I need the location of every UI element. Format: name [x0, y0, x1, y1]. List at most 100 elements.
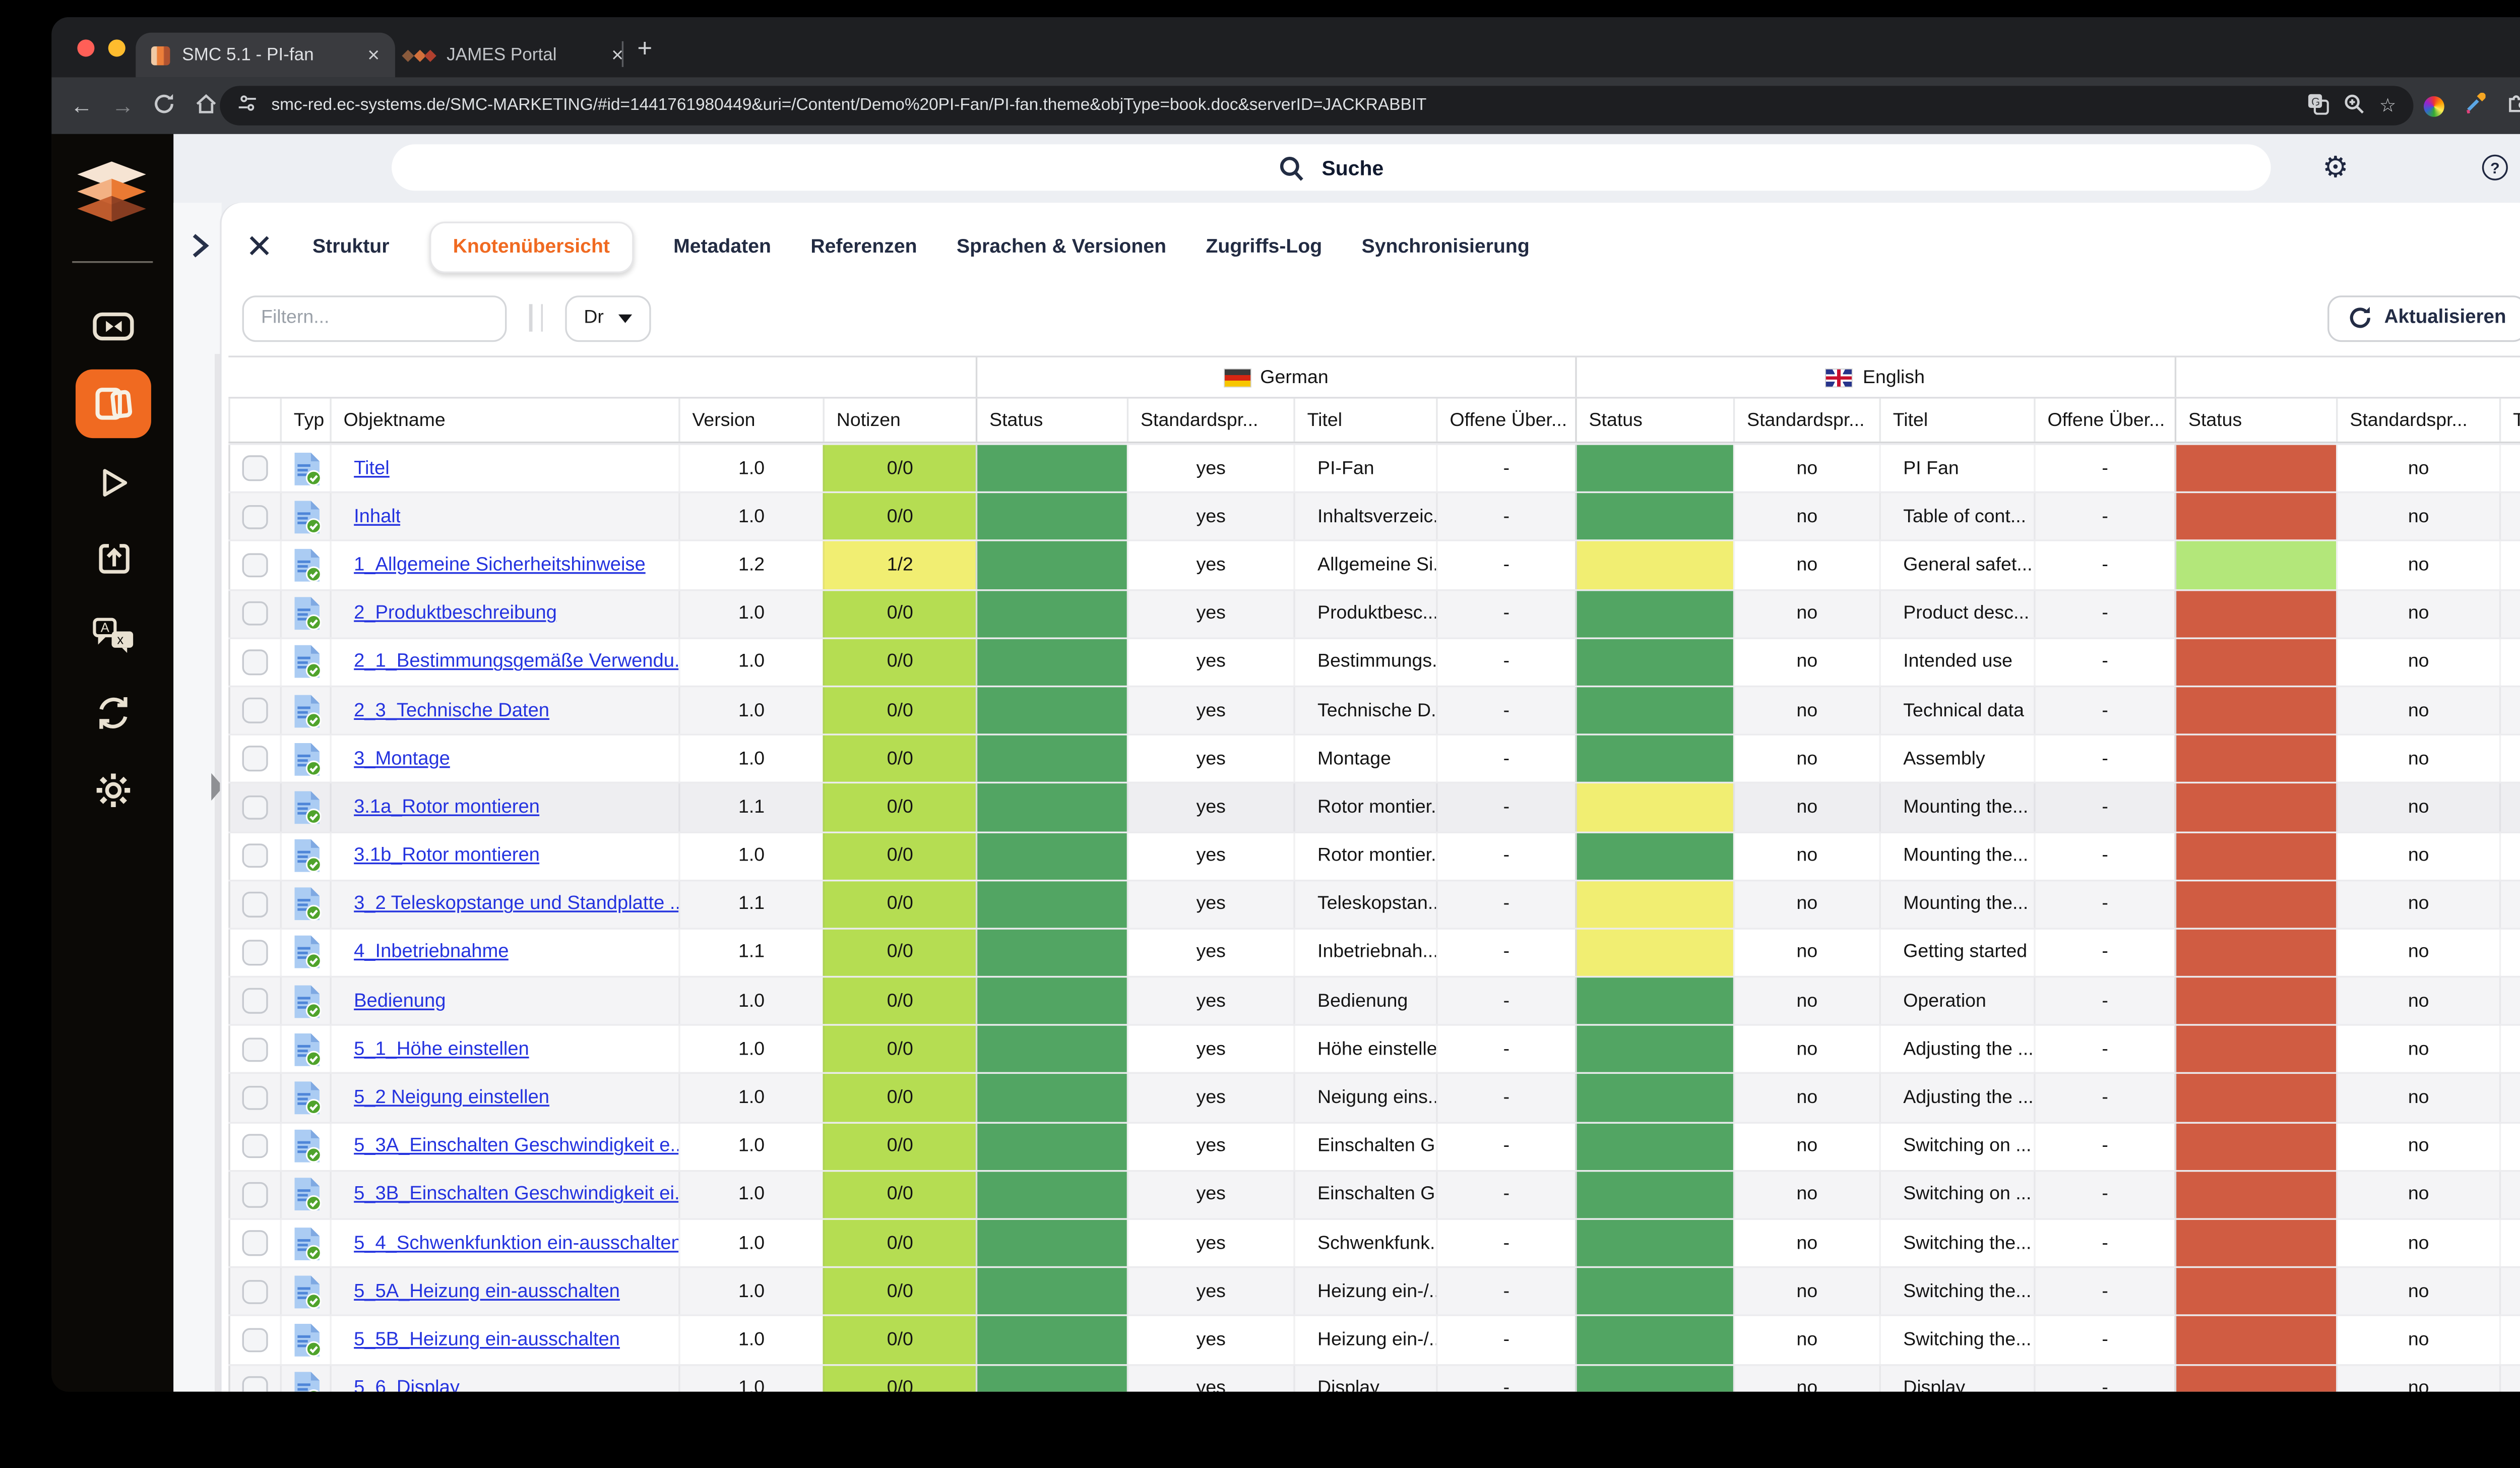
forward-icon[interactable]: → — [112, 93, 134, 118]
row-checkbox[interactable] — [242, 456, 268, 481]
object-link[interactable]: 1_Allgemeine Sicherheitshinweise — [354, 555, 646, 576]
row-checkbox[interactable] — [242, 504, 268, 529]
back-icon[interactable]: ← — [71, 93, 93, 118]
object-link[interactable]: 5_6_Display — [354, 1378, 460, 1392]
row-checkbox[interactable] — [242, 649, 268, 675]
object-link[interactable]: 3.1a_Rotor montieren — [354, 797, 540, 818]
row-checkbox[interactable] — [242, 601, 268, 626]
sidebar-item-publications[interactable] — [76, 449, 151, 517]
refresh-button[interactable]: Aktualisieren — [2327, 294, 2520, 341]
global-search-bar[interactable]: Suche — [392, 144, 2271, 191]
column-header[interactable]: Titel — [1293, 398, 1436, 442]
zoom-find-icon[interactable] — [2343, 92, 2365, 119]
tab-metadaten[interactable]: Metadaten — [673, 237, 771, 258]
row-checkbox[interactable] — [242, 1134, 268, 1159]
column-header[interactable]: Typ — [280, 398, 330, 442]
object-link[interactable]: 3.1b_Rotor montieren — [354, 845, 540, 866]
object-link[interactable]: 2_3_Technische Daten — [354, 700, 549, 721]
tab-referenzen[interactable]: Referenzen — [810, 237, 917, 258]
open-translations-cell-de: - — [1436, 1268, 1575, 1315]
sidebar-item-sync[interactable] — [76, 679, 151, 747]
column-header[interactable]: Notizen — [823, 398, 976, 442]
column-header[interactable]: Status — [975, 398, 1127, 442]
row-checkbox[interactable] — [242, 1279, 268, 1304]
tab-close-icon[interactable]: × — [367, 43, 380, 67]
row-checkbox[interactable] — [242, 746, 268, 772]
object-link[interactable]: 5_1_Höhe einstellen — [354, 1039, 529, 1060]
column-header[interactable]: Titel — [2499, 398, 2520, 442]
expand-chevron-icon[interactable] — [187, 230, 211, 261]
object-link[interactable]: 5_3B_Einschalten Geschwindigkeit ei... — [354, 1185, 678, 1205]
column-header[interactable]: Standardspr... — [1733, 398, 1879, 442]
reload-icon[interactable] — [153, 92, 175, 119]
tab-knoten-bersicht[interactable]: Knotenübersicht — [428, 221, 634, 273]
browser-tab-inactive[interactable]: JAMES Portal × — [388, 33, 639, 78]
filter-input[interactable] — [242, 294, 507, 341]
browser-tab-active[interactable]: SMC 5.1 - PI-fan × — [136, 32, 395, 78]
notes-badge-cell: 0/0 — [823, 1365, 976, 1392]
settings-gear-icon[interactable]: ⚙ — [2322, 153, 2349, 182]
address-bar[interactable]: smc-red.ec-systems.de/SMC-MARKETING/#id=… — [220, 86, 2414, 126]
object-link[interactable]: 2_Produktbeschreibung — [354, 603, 557, 624]
tab-synchronisierung[interactable]: Synchronisierung — [1362, 237, 1530, 258]
tab-sprachen-versionen[interactable]: Sprachen & Versionen — [957, 237, 1166, 258]
extension-colorpicker-icon[interactable] — [2466, 90, 2487, 121]
help-icon[interactable]: ? — [2482, 154, 2508, 180]
object-link[interactable]: Inhalt — [354, 507, 401, 527]
row-checkbox[interactable] — [242, 698, 268, 723]
object-link[interactable]: 4_Inbetriebnahme — [354, 942, 509, 963]
sidebar-item-translations[interactable]: Ax — [76, 601, 151, 670]
object-link[interactable]: 5_2 Neigung einstellen — [354, 1087, 549, 1108]
row-checkbox[interactable] — [242, 1037, 268, 1062]
object-link[interactable]: 3_2 Teleskopstange und Standplatte ... — [354, 894, 678, 914]
sidebar-item-viewer[interactable] — [76, 292, 151, 360]
site-settings-icon[interactable] — [237, 93, 258, 118]
row-checkbox[interactable] — [242, 1182, 268, 1207]
column-header[interactable]: Status — [1575, 398, 1733, 442]
home-icon[interactable] — [194, 92, 218, 119]
column-header[interactable]: Standardspr... — [2336, 398, 2499, 442]
column-header[interactable]: Titel — [1879, 398, 2034, 442]
tab-struktur[interactable]: Struktur — [312, 237, 389, 258]
object-link[interactable]: 2_1_Bestimmungsgemäße Verwendu... — [354, 652, 678, 672]
scrollbar-track[interactable] — [215, 354, 222, 1392]
close-panel-icon[interactable]: ✕ — [245, 231, 273, 264]
row-checkbox[interactable] — [242, 891, 268, 917]
column-header[interactable]: Standardspr... — [1126, 398, 1294, 442]
extension-eye-icon[interactable] — [2424, 95, 2445, 116]
row-checkbox[interactable] — [242, 843, 268, 869]
column-header[interactable]: Version — [678, 398, 823, 442]
bookmark-star-icon[interactable]: ☆ — [2379, 94, 2397, 117]
close-window-button[interactable] — [77, 39, 95, 57]
sidebar-item-books[interactable] — [75, 369, 151, 439]
column-header[interactable]: Status — [2174, 398, 2336, 442]
object-link[interactable]: 5_4_Schwenkfunktion ein-ausschalten — [354, 1233, 678, 1254]
translate-icon[interactable]: G — [2307, 92, 2329, 119]
open-translations-cell-de: - — [1436, 977, 1575, 1025]
url-text[interactable]: smc-red.ec-systems.de/SMC-MARKETING/#id=… — [271, 96, 2293, 115]
column-header[interactable]: Objektname — [330, 398, 678, 442]
extensions-puzzle-icon[interactable] — [2507, 90, 2520, 121]
column-header[interactable]: Offene Über... — [2034, 398, 2174, 442]
row-checkbox[interactable] — [242, 1231, 268, 1256]
object-link[interactable]: 3_Montage — [354, 749, 450, 769]
row-checkbox[interactable] — [242, 1376, 268, 1392]
row-checkbox[interactable] — [242, 989, 268, 1014]
object-link[interactable]: Titel — [354, 458, 390, 479]
column-header[interactable]: Offene Über... — [1436, 398, 1575, 442]
object-link[interactable]: 5_5B_Heizung ein-ausschalten — [354, 1330, 620, 1351]
tab-zugriffs-log[interactable]: Zugriffs-Log — [1206, 237, 1322, 258]
new-tab-button[interactable]: + — [637, 34, 652, 64]
row-checkbox[interactable] — [242, 940, 268, 965]
row-checkbox[interactable] — [242, 1085, 268, 1111]
object-link[interactable]: Bedienung — [354, 991, 446, 1011]
row-checkbox[interactable] — [242, 1327, 268, 1353]
row-checkbox[interactable] — [242, 794, 268, 820]
sidebar-item-settings[interactable] — [76, 756, 151, 825]
object-link[interactable]: 5_3A_Einschalten Geschwindigkeit e... — [354, 1136, 678, 1157]
row-checkbox[interactable] — [242, 553, 268, 578]
minimize-window-button[interactable] — [108, 39, 125, 57]
language-dropdown[interactable]: Dr — [565, 294, 652, 341]
object-link[interactable]: 5_5A_Heizung ein-ausschalten — [354, 1281, 620, 1302]
sidebar-item-publish[interactable] — [76, 524, 151, 592]
